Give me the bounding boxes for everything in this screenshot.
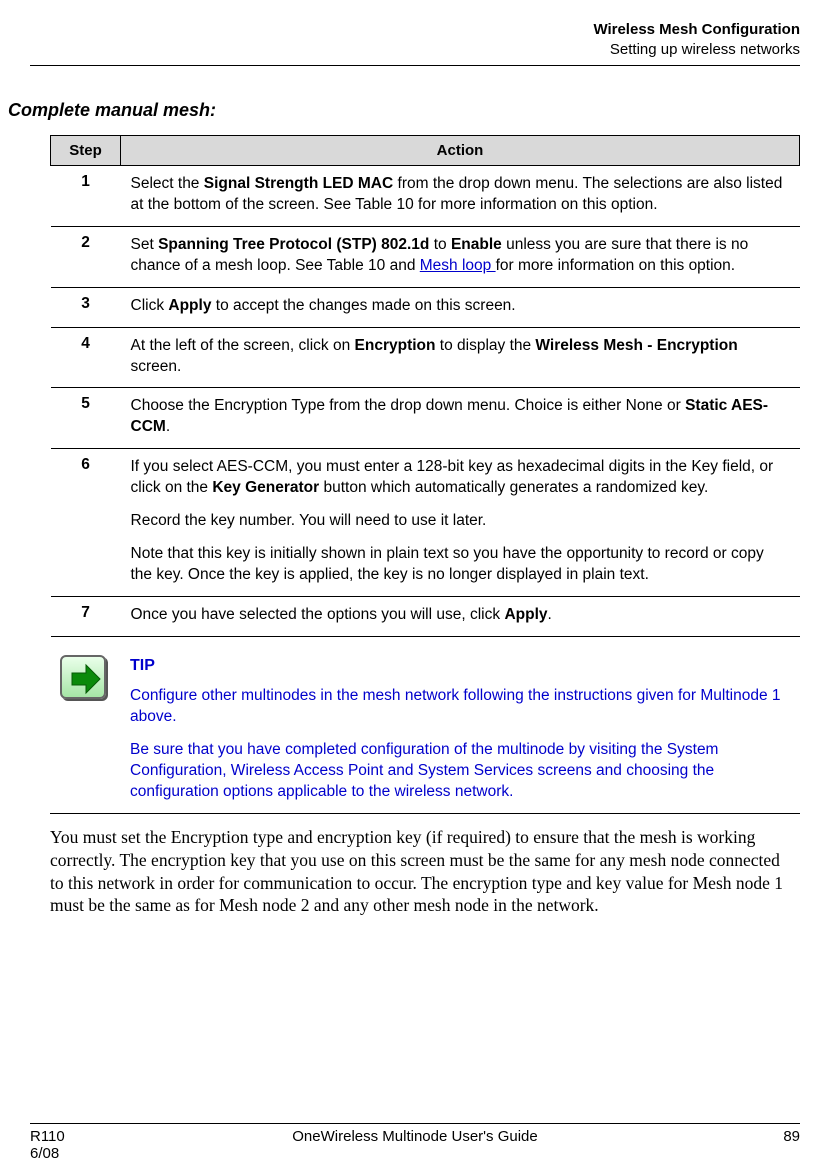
step-number: 7 — [51, 596, 121, 636]
step-action: Click Apply to accept the changes made o… — [121, 287, 800, 327]
col-header-action: Action — [121, 136, 800, 166]
bold-text: Apply — [168, 297, 211, 314]
step-action: Once you have selected the options you w… — [121, 596, 800, 636]
step-number: 5 — [51, 388, 121, 449]
table-row: 1Select the Signal Strength LED MAC from… — [51, 166, 800, 227]
table-row: 5 Choose the Encryption Type from the dro… — [51, 388, 800, 449]
step-number: 2 — [51, 226, 121, 287]
header-subtitle: Setting up wireless networks — [30, 40, 800, 60]
text: Click — [131, 297, 169, 314]
table-row: 2Set Spanning Tree Protocol (STP) 802.1d… — [51, 226, 800, 287]
text: . — [166, 418, 170, 435]
text: Select the — [131, 175, 204, 192]
step-action: At the left of the screen, click on Encr… — [121, 327, 800, 388]
bold-text: Key Generator — [212, 479, 319, 496]
text: for more information on this option. — [496, 257, 736, 274]
step-action: Set Spanning Tree Protocol (STP) 802.1d … — [121, 226, 800, 287]
step-number: 6 — [51, 449, 121, 597]
tip-content: TIP Configure other multinodes in the me… — [120, 647, 800, 814]
steps-table: Step Action 1Select the Signal Strength … — [50, 135, 800, 637]
tip-label: TIP — [130, 655, 790, 677]
bold-text: Apply — [504, 606, 547, 623]
text: to — [429, 236, 451, 253]
footer-left-line2: 6/08 — [30, 1145, 800, 1162]
header-title: Wireless Mesh Configuration — [30, 20, 800, 40]
col-header-step: Step — [51, 136, 121, 166]
step-paragraph: If you select AES-CCM, you must enter a … — [131, 457, 790, 499]
tip-icon-cell — [50, 647, 120, 814]
text: At the left of the screen, click on — [131, 337, 355, 354]
text: Record the key number. You will need to … — [131, 512, 487, 529]
section-title: Complete manual mesh: — [8, 100, 800, 121]
cross-reference-link[interactable]: Mesh loop — [420, 257, 496, 274]
bold-text: Signal Strength LED MAC — [204, 175, 393, 192]
step-number: 3 — [51, 287, 121, 327]
text: to display the — [435, 337, 535, 354]
step-number: 1 — [51, 166, 121, 227]
bold-text: Wireless Mesh - Encryption — [535, 337, 737, 354]
table-row: 4At the left of the screen, click on Enc… — [51, 327, 800, 388]
text: button which automatically generates a r… — [319, 479, 708, 496]
text: Note that this key is initially shown in… — [131, 545, 764, 583]
step-number: 4 — [51, 327, 121, 388]
tip-paragraph: Be sure that you have completed configur… — [130, 740, 790, 803]
bold-text: Spanning Tree Protocol (STP) 802.1d — [158, 236, 429, 253]
bold-text: Encryption — [355, 337, 436, 354]
step-paragraph: Record the key number. You will need to … — [131, 511, 790, 532]
tip-paragraph: Configure other multinodes in the mesh n… — [130, 686, 790, 728]
bold-text: Enable — [451, 236, 502, 253]
page-footer: R110 OneWireless Multinode User's Guide … — [30, 1123, 800, 1162]
table-row: 7 Once you have selected the options you … — [51, 596, 800, 636]
step-action: If you select AES-CCM, you must enter a … — [121, 449, 800, 597]
text: screen. — [131, 358, 182, 375]
text: Once you have selected the options you w… — [131, 606, 505, 623]
footer-center: OneWireless Multinode User's Guide — [30, 1128, 800, 1145]
tip-table: TIP Configure other multinodes in the me… — [50, 647, 800, 814]
text: Choose the Encryption Type from the drop… — [131, 397, 686, 414]
arrow-right-icon — [60, 655, 106, 699]
body-paragraph: You must set the Encryption type and enc… — [50, 826, 790, 917]
text: Set — [131, 236, 159, 253]
page-header: Wireless Mesh Configuration Setting up w… — [30, 20, 800, 66]
text: to accept the changes made on this scree… — [211, 297, 515, 314]
step-paragraph: Note that this key is initially shown in… — [131, 544, 790, 586]
table-row: 6If you select AES-CCM, you must enter a… — [51, 449, 800, 597]
table-row: 3Click Apply to accept the changes made … — [51, 287, 800, 327]
step-action: Choose the Encryption Type from the drop… — [121, 388, 800, 449]
text: . — [548, 606, 552, 623]
step-action: Select the Signal Strength LED MAC from … — [121, 166, 800, 227]
